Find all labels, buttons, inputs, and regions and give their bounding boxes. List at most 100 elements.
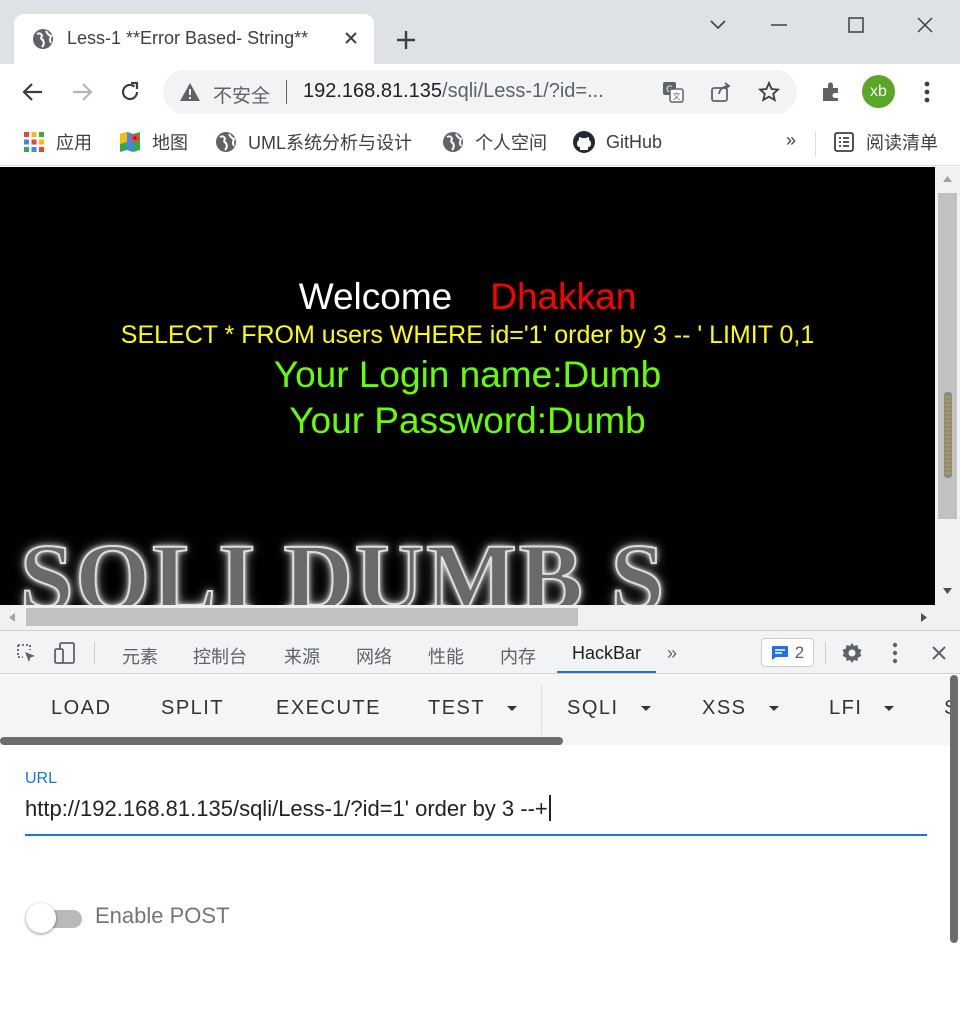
caret-down-icon (884, 706, 895, 711)
bookmark-label: 地图 (152, 133, 188, 153)
url-input-value: http://192.168.81.135/sqli/Less-1/?id=1'… (25, 796, 548, 821)
scroll-up-arrow-icon[interactable] (942, 175, 953, 183)
maps-icon (118, 130, 142, 154)
bookmark-label: GitHub (606, 131, 663, 152)
reading-list-button[interactable]: 阅读清单 (832, 128, 938, 156)
svg-text:文: 文 (673, 91, 681, 101)
avatar[interactable]: xb (862, 75, 895, 108)
welcome-text: Welcome (298, 276, 453, 317)
globe-icon (214, 130, 238, 154)
address-bar[interactable]: 不安全 192.168.81.135/sqli/Less-1/?id=... G… (163, 70, 797, 114)
caret-down-icon (640, 706, 651, 711)
message-icon (771, 645, 788, 660)
warning-icon[interactable] (179, 82, 201, 102)
sqli-dumb-logo: SQLI DUMB S (19, 523, 667, 605)
page-horizontal-scroll-thumb[interactable] (26, 608, 578, 626)
tab-strip: Less-1 **Error Based- String** (0, 0, 960, 64)
inspect-element-icon[interactable] (14, 641, 38, 665)
scroll-grip-icon (944, 392, 952, 478)
devtools-tab-bar: 元素 控制台 来源 网络 性能 内存 HackBar » 2 (0, 630, 960, 674)
url-host: 192.168.81.135 (303, 80, 443, 102)
url-label: URL (25, 770, 58, 787)
enable-post-label[interactable]: Enable POST (95, 903, 230, 929)
bookmark-github[interactable]: GitHub (572, 128, 662, 156)
bookmarks-overflow-button[interactable]: » (786, 130, 796, 151)
tab-hackbar[interactable]: HackBar (572, 643, 641, 664)
globe-icon (32, 28, 54, 50)
bookmark-apps[interactable]: 应用 (22, 128, 92, 156)
bookmarks-separator (815, 132, 816, 156)
tab-network[interactable]: 网络 (356, 643, 392, 669)
bookmark-personal-space[interactable]: 个人空间 (441, 128, 547, 156)
tab-console[interactable]: 控制台 (193, 643, 247, 669)
tab-performance[interactable]: 性能 (428, 643, 464, 669)
bookmark-label: UML系统分析与设计 (248, 133, 413, 153)
tab-memory[interactable]: 内存 (500, 643, 536, 669)
toggle-knob (26, 903, 56, 933)
issues-badge[interactable]: 2 (761, 638, 814, 667)
window-close-icon[interactable] (910, 10, 940, 40)
scroll-right-arrow-icon[interactable] (920, 612, 928, 623)
devtools-menu-icon[interactable] (883, 641, 907, 665)
sqli-dropdown[interactable]: SQLI (567, 697, 651, 720)
browser-toolbar: 不安全 192.168.81.135/sqli/Less-1/?id=... G… (0, 64, 960, 120)
load-button[interactable]: LOAD (51, 697, 111, 720)
url-input[interactable]: http://192.168.81.135/sqli/Less-1/?id=1'… (25, 795, 551, 822)
url-input-underline (25, 834, 927, 836)
bookmark-maps[interactable]: 地图 (118, 128, 188, 156)
password-text: Your Password:Dumb (289, 400, 646, 441)
browser-tab[interactable]: Less-1 **Error Based- String** (14, 14, 374, 64)
menu-icon[interactable] (913, 78, 941, 106)
tab-sources[interactable]: 来源 (284, 643, 320, 669)
back-icon[interactable] (18, 77, 48, 107)
security-label[interactable]: 不安全 (213, 81, 270, 108)
login-name-text: Your Login name:Dumb (273, 354, 662, 395)
page-horizontal-scrollbar[interactable] (0, 605, 960, 630)
share-icon[interactable] (709, 80, 733, 104)
sqli-dropdown-label: SQLI (567, 697, 619, 719)
minimize-icon[interactable] (764, 10, 794, 40)
url-path: /sqli/Less-1/?id=... (442, 80, 604, 102)
translate-icon[interactable]: G文 (661, 80, 685, 104)
hackbar-divider (541, 685, 542, 735)
reading-list-icon (832, 130, 856, 154)
user-name-text: Dhakkan (490, 276, 637, 317)
globe-icon (441, 130, 465, 154)
apps-grid-icon (22, 130, 46, 154)
hackbar-horizontal-scrollbar[interactable] (0, 737, 563, 745)
bookmarks-bar: 应用 地图 UML系统分析与设计 个人空间 GitHub » 阅读清单 (0, 120, 960, 166)
bookmark-star-icon[interactable] (757, 80, 781, 104)
device-toolbar-icon[interactable] (53, 641, 77, 665)
new-tab-button[interactable] (392, 26, 420, 54)
xss-dropdown[interactable]: XSS (702, 697, 779, 720)
caret-down-icon (507, 706, 518, 711)
settings-gear-icon[interactable] (840, 641, 864, 665)
bookmark-uml[interactable]: UML系统分析与设计 (214, 128, 412, 156)
reload-icon[interactable] (115, 77, 145, 107)
test-dropdown[interactable]: TEST (428, 697, 518, 720)
devtools-close-icon[interactable] (927, 641, 951, 665)
maximize-icon[interactable] (841, 10, 871, 40)
enable-post-toggle[interactable] (26, 903, 82, 933)
tab-close-icon[interactable] (339, 26, 363, 50)
lfi-dropdown[interactable]: LFI (829, 697, 895, 720)
page-viewport: Welcome Dhakkan SELECT * FROM users WHERE… (0, 167, 935, 605)
hackbar-vertical-scrollbar[interactable] (950, 675, 958, 943)
tab-elements[interactable]: 元素 (122, 643, 158, 669)
load-button-label: LOAD (51, 697, 112, 719)
forward-icon[interactable] (67, 77, 97, 107)
tab-search-icon[interactable] (703, 10, 733, 40)
execute-button[interactable]: EXECUTE (276, 697, 381, 720)
split-button[interactable]: SPLIT (161, 697, 224, 720)
split-button-label: SPLIT (161, 697, 225, 719)
extensions-icon[interactable] (817, 78, 845, 106)
test-dropdown-label: TEST (428, 697, 486, 719)
text-cursor (548, 795, 551, 821)
scroll-down-arrow-icon[interactable] (942, 587, 953, 595)
lfi-dropdown-label: LFI (829, 697, 863, 719)
url-text[interactable]: 192.168.81.135/sqli/Less-1/?id=... (303, 80, 604, 103)
scroll-left-arrow-icon[interactable] (8, 612, 16, 623)
more-tabs-button[interactable]: » (667, 643, 677, 664)
sql-query-text: SELECT * FROM users WHERE id='1' order b… (120, 321, 815, 349)
page-vertical-scrollbar[interactable] (935, 167, 960, 605)
